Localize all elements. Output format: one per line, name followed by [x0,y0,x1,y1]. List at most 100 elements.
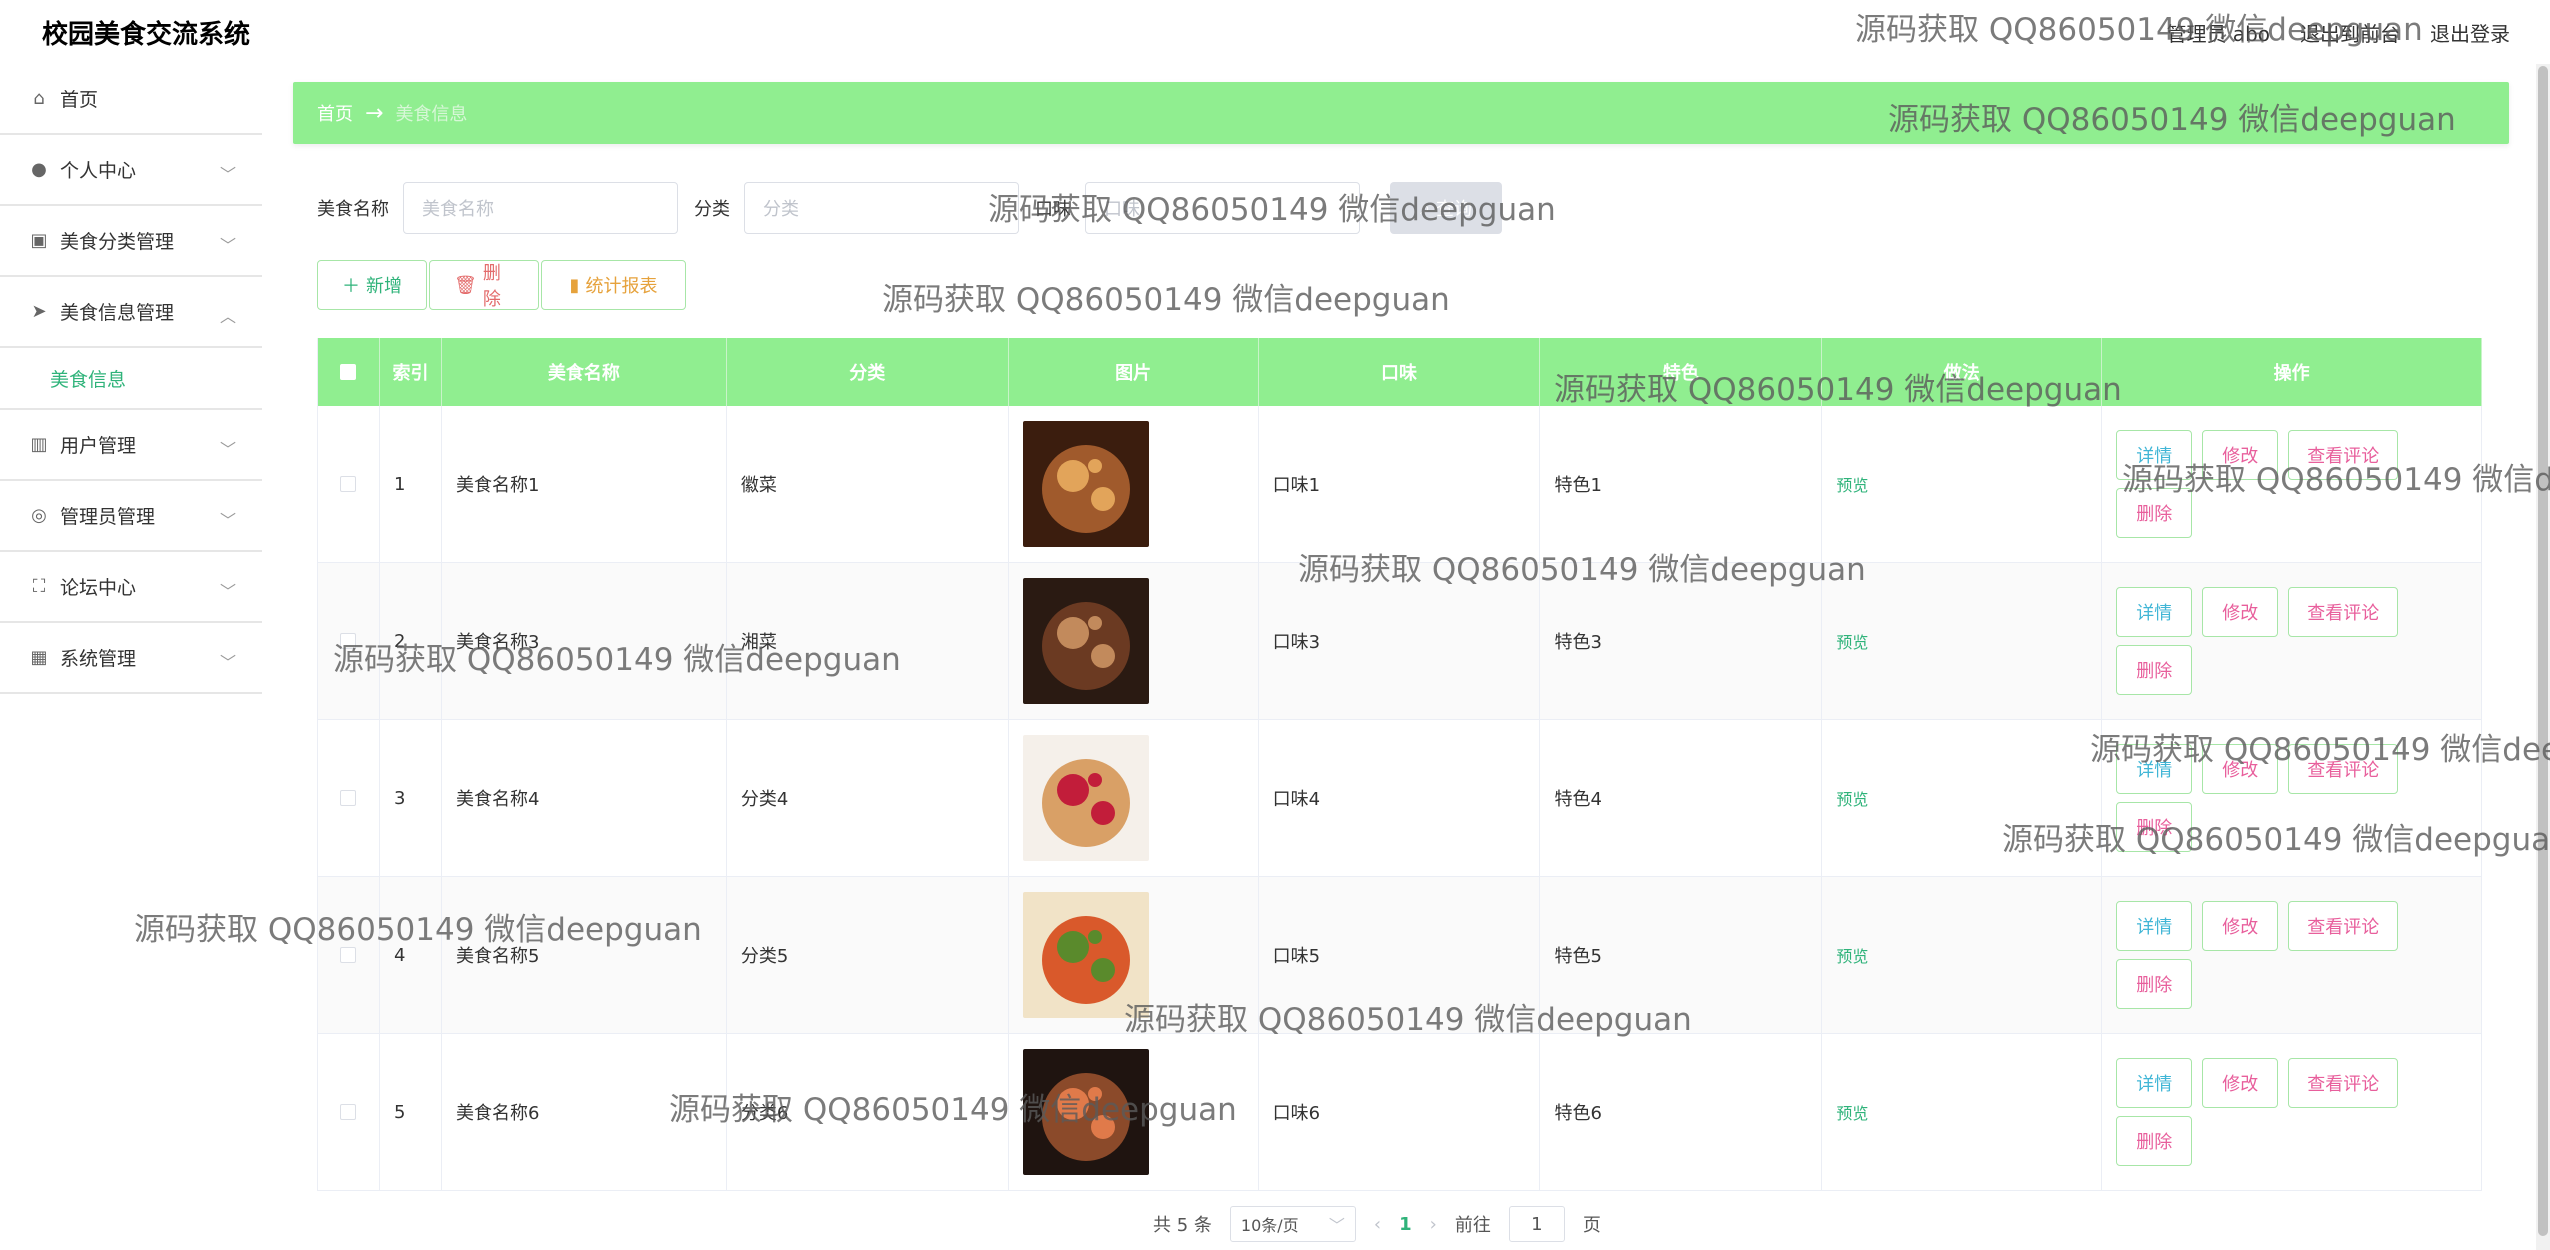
header-category[interactable]: 分类 [727,338,1009,406]
remove-button[interactable]: 删除 [2116,802,2193,852]
remove-button[interactable]: 删除 [2116,959,2193,1009]
header-name[interactable]: 美食名称 [442,338,727,406]
food-image[interactable] [1022,735,1149,861]
cell-index: 5 [380,1034,442,1190]
row-checkbox[interactable] [340,947,357,963]
sidebar: ⌂ 首页 ● 个人中心 ﹀ ▣ 美食分类管理 ﹀ ➤ 美食信息管理 ︿ 美食信息… [0,64,262,1250]
detail-button[interactable]: 详情 [2116,744,2193,794]
header-image[interactable]: 图片 [1009,338,1259,406]
food-image[interactable] [1022,1049,1149,1175]
sidebar-item-users[interactable]: ▥ 用户管理 ﹀ [0,410,262,481]
cell-feature: 特色3 [1540,563,1823,719]
table-header: 索引 美食名称 分类 图片 口味 特色 做法 操作 [318,338,2483,406]
current-page[interactable]: 1 [1399,1214,1412,1235]
row-checkbox[interactable] [340,1104,357,1120]
cell-category: 湘菜 [727,563,1009,719]
view-reviews-button[interactable]: 查看评论 [2288,587,2399,637]
row-checkbox[interactable] [340,633,357,649]
edit-button[interactable]: 修改 [2202,1058,2279,1108]
edit-button[interactable]: 修改 [2202,587,2279,637]
row-select-cell [318,406,380,562]
scrollbar-thumb[interactable] [2538,66,2548,1236]
header-operations: 操作 [2102,338,2483,406]
next-page-icon[interactable]: › [1430,1214,1437,1235]
detail-button[interactable]: 详情 [2116,901,2193,951]
row-select-cell [318,1034,380,1190]
category-search-input[interactable]: 分类 [744,182,1019,234]
page-size-select[interactable]: 10条/页 ﹀ [1229,1206,1356,1242]
cell-operations: 详情 修改 查看评论删除 [2102,720,2483,876]
detail-button[interactable]: 详情 [2116,1058,2193,1108]
sidebar-subitem-food-info[interactable]: 美食信息 [0,348,262,410]
header-feature[interactable]: 特色 [1540,338,1823,406]
sidebar-item-profile[interactable]: ● 个人中心 ﹀ [0,135,262,206]
remove-button[interactable]: 删除 [2116,645,2193,695]
cell-taste: 口味1 [1259,406,1541,562]
view-reviews-button[interactable]: 查看评论 [2288,1058,2399,1108]
food-image[interactable] [1022,578,1149,704]
remove-button[interactable]: 删除 [2116,1116,2193,1166]
prev-page-icon[interactable]: ‹ [1374,1214,1381,1235]
chevron-down-icon: ﹀ [219,440,236,459]
back-to-front-link[interactable]: 退出到前台 [2300,18,2400,47]
remove-button[interactable]: 删除 [2116,488,2193,538]
row-checkbox[interactable] [340,790,357,806]
food-image[interactable] [1022,892,1149,1018]
cell-taste: 口味3 [1259,563,1541,719]
cell-category: 分类6 [727,1034,1009,1190]
method-preview-link[interactable]: 预览 [1836,1100,1868,1124]
row-select-cell [318,563,380,719]
name-search-input[interactable]: 美食名称 [403,182,678,234]
select-all-cell [318,338,380,406]
header-taste[interactable]: 口味 [1259,338,1541,406]
chevron-down-icon: ﹀ [219,511,236,530]
detail-button[interactable]: 详情 [2116,430,2193,480]
method-preview-link[interactable]: 预览 [1836,472,1868,496]
search-button[interactable]: ⌕ 查询 [1390,182,1502,234]
table-row: 3 美食名称4 分类4 口味4 特色4 预览 详情 修改 查看评论 删除 [318,720,2483,877]
sidebar-item-label: 美食信息管理 [60,302,175,324]
view-reviews-button[interactable]: 查看评论 [2288,901,2399,951]
taste-search-input[interactable]: 口味 [1085,182,1360,234]
sidebar-item-admins[interactable]: ◎ 管理员管理 ﹀ [0,481,262,552]
add-button[interactable]: ＋ 新增 [317,260,427,310]
sidebar-item-home[interactable]: ⌂ 首页 [0,64,262,135]
method-preview-link[interactable]: 预览 [1836,786,1868,810]
cell-image [1009,406,1259,562]
sidebar-item-system[interactable]: ▦ 系统管理 ﹀ [0,623,262,694]
cell-image [1009,720,1259,876]
cell-feature: 特色6 [1540,1034,1823,1190]
row-checkbox[interactable] [340,476,357,492]
chevron-down-icon: ﹀ [219,165,236,184]
edit-button[interactable]: 修改 [2202,901,2279,951]
vertical-scrollbar[interactable] [2536,64,2550,1250]
header-method[interactable]: 做法 [1822,338,2103,406]
edit-button[interactable]: 修改 [2202,744,2279,794]
arrow-right-icon: → [365,100,384,126]
detail-button[interactable]: 详情 [2116,587,2193,637]
cell-image [1009,877,1259,1033]
sidebar-item-category[interactable]: ▣ 美食分类管理 ﹀ [0,206,262,277]
sidebar-item-food-info[interactable]: ➤ 美食信息管理 ︿ [0,277,262,348]
view-reviews-button[interactable]: 查看评论 [2288,744,2399,794]
food-image[interactable] [1022,421,1149,547]
edit-button[interactable]: 修改 [2202,430,2279,480]
cell-feature: 特色5 [1540,877,1823,1033]
breadcrumb-home[interactable]: 首页 [317,100,353,126]
search-icon: ⌕ [1419,197,1431,219]
cell-method: 预览 [1822,563,2103,719]
cell-image [1009,563,1259,719]
cell-taste: 口味6 [1259,1034,1541,1190]
app-title: 校园美食交流系统 [42,20,251,50]
method-preview-link[interactable]: 预览 [1836,629,1868,653]
sidebar-item-forum[interactable]: ⛶ 论坛中心 ﹀ [0,552,262,623]
method-preview-link[interactable]: 预览 [1836,943,1868,967]
stats-report-button[interactable]: ▮ 统计报表 [541,260,686,310]
name-label: 美食名称 [317,199,389,220]
logout-link[interactable]: 退出登录 [2430,18,2510,47]
goto-page-input[interactable]: 1 [1508,1206,1565,1242]
delete-button[interactable]: 🗑 删除 [429,260,539,310]
view-reviews-button[interactable]: 查看评论 [2288,430,2399,480]
select-all-checkbox[interactable] [340,364,357,380]
cell-operations: 详情 修改 查看评论删除 [2102,877,2483,1033]
